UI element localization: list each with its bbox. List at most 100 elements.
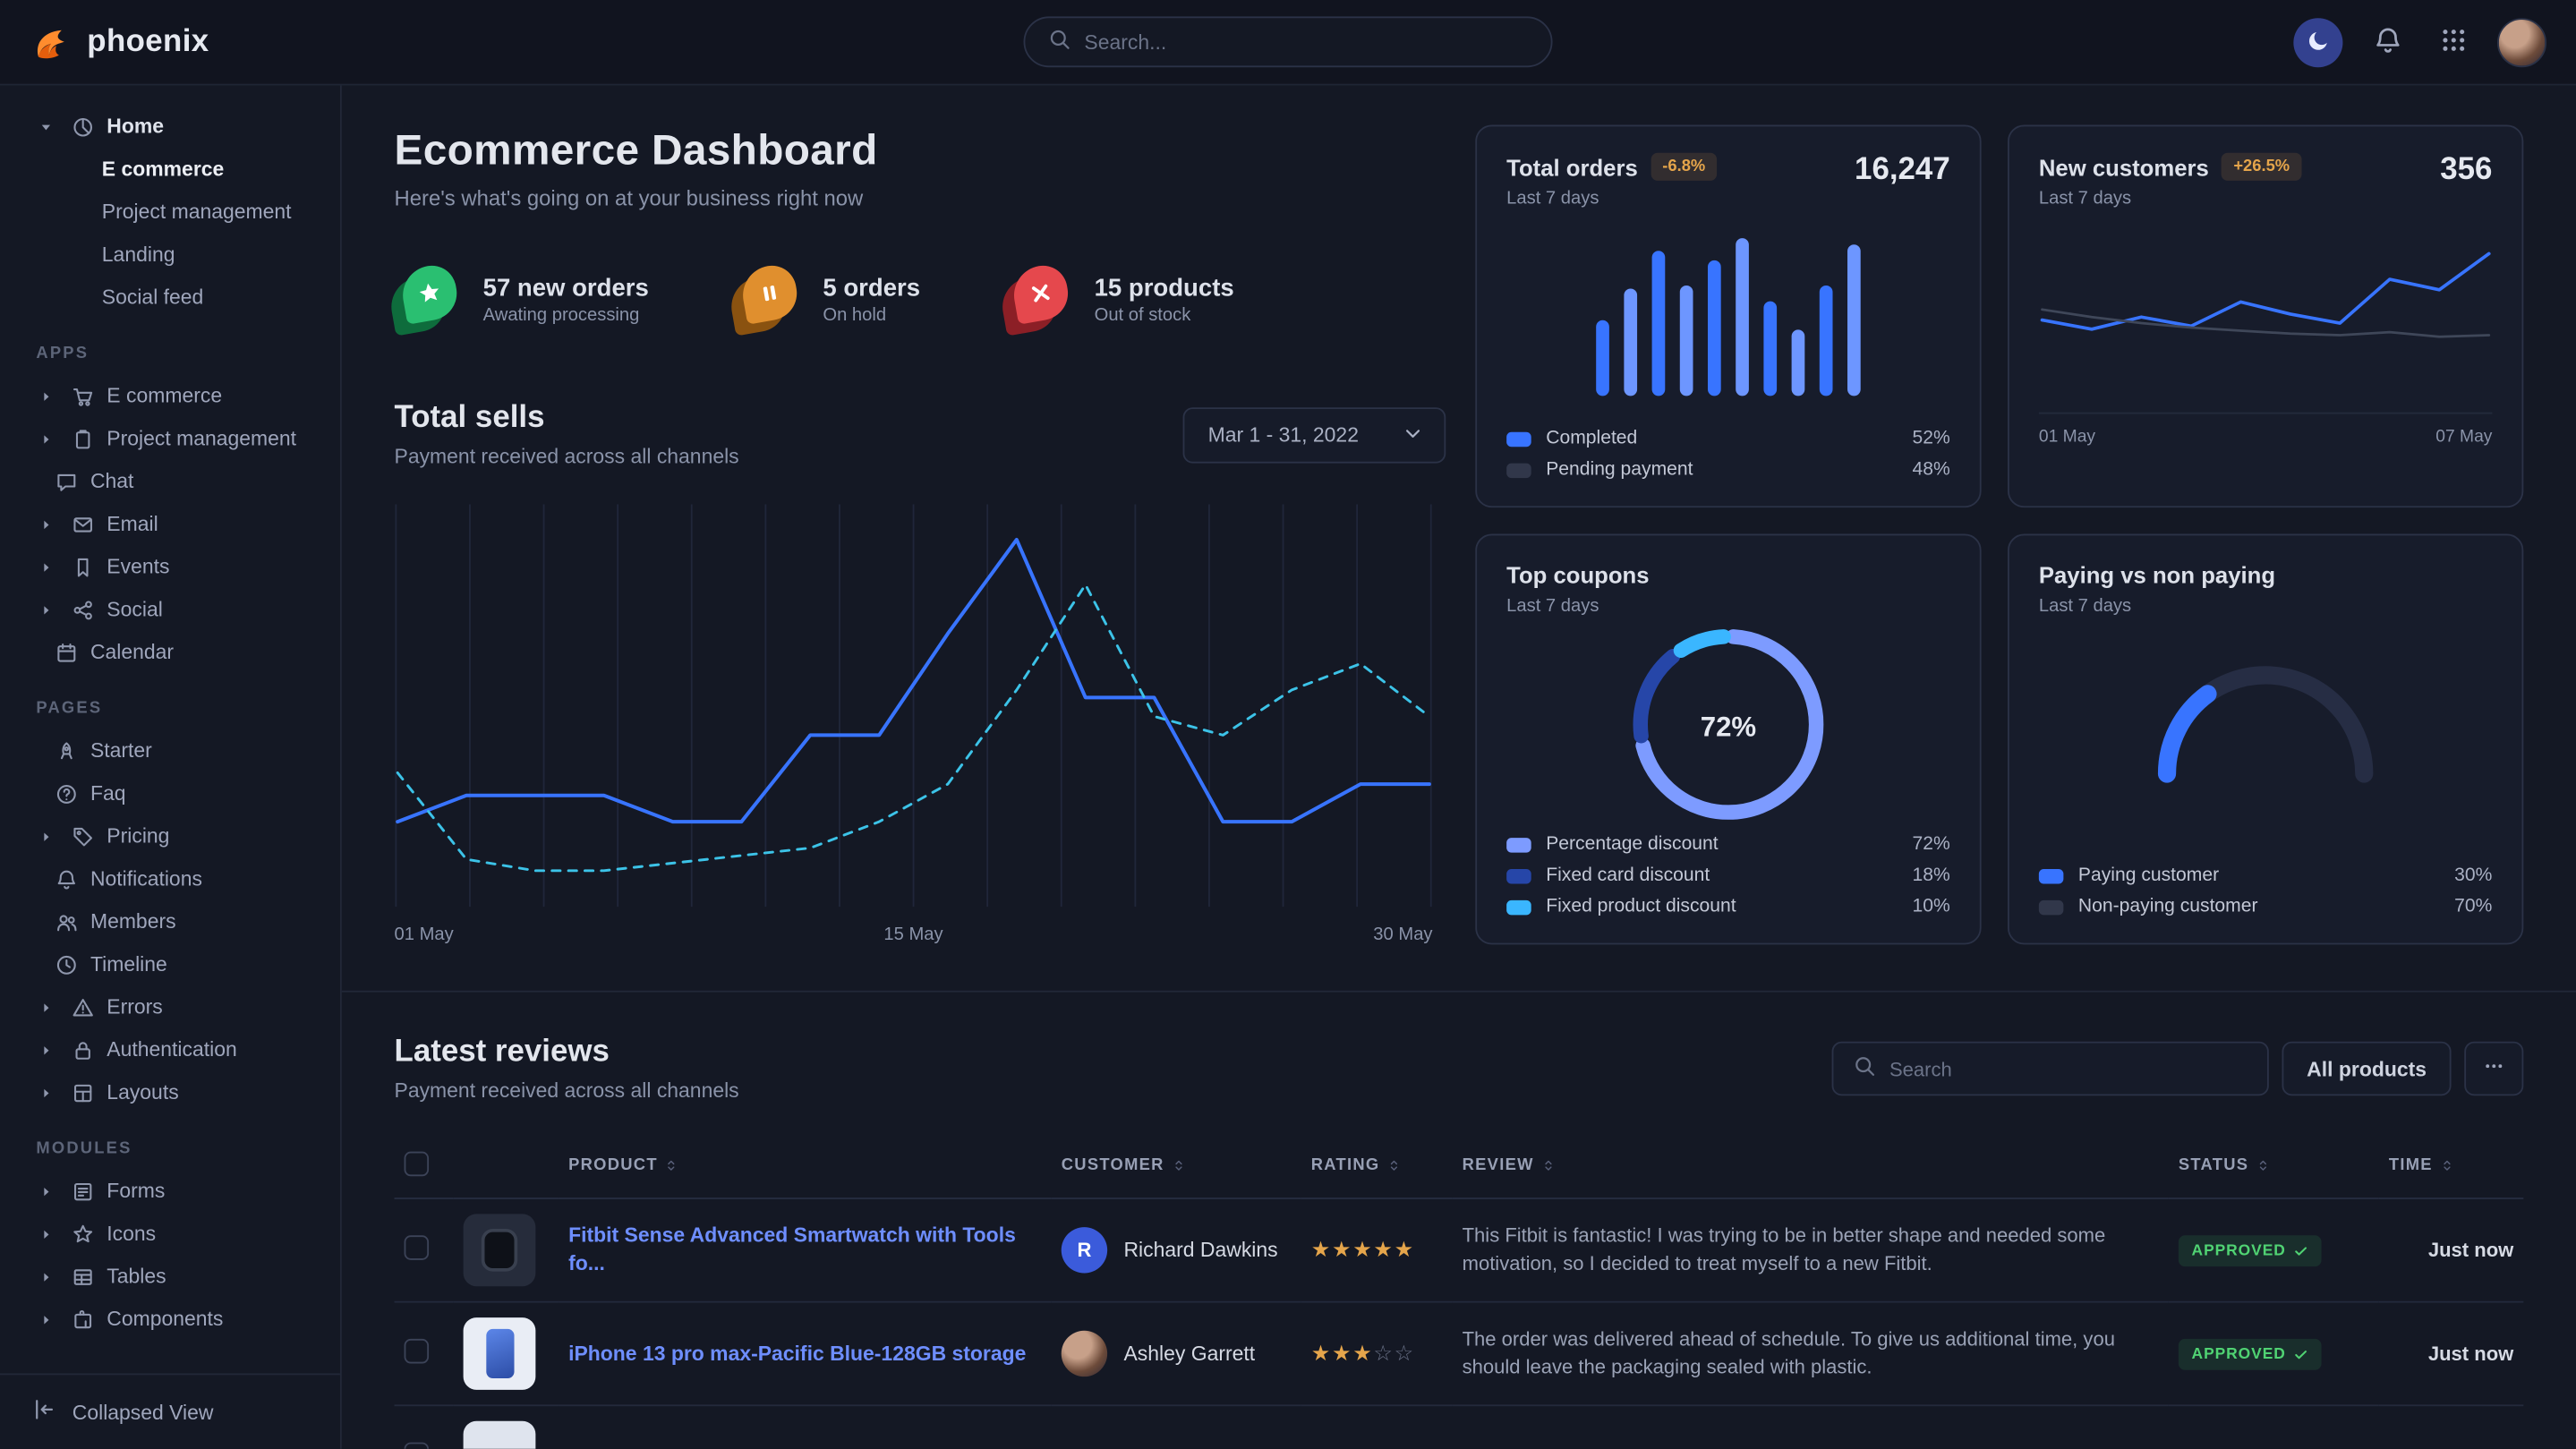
stat-subtitle: Out of stock bbox=[1095, 304, 1234, 324]
star-icon bbox=[73, 1223, 94, 1245]
sort-icon bbox=[664, 1157, 679, 1172]
sidebar-subitem-e-commerce[interactable]: E commerce bbox=[0, 148, 340, 191]
pause-badge-icon bbox=[734, 266, 799, 331]
sidebar-item-project-management[interactable]: Project management bbox=[0, 417, 340, 460]
column-header-status[interactable]: STATUS bbox=[2169, 1135, 2379, 1198]
sidebar-item-e-commerce[interactable]: E commerce bbox=[0, 374, 340, 417]
trend-badge: +26.5% bbox=[2222, 153, 2300, 181]
select-all-checkbox[interactable] bbox=[405, 1152, 430, 1177]
rating-stars: ★★★☆☆ bbox=[1311, 1341, 1443, 1367]
reviews-search[interactable] bbox=[1832, 1042, 2269, 1096]
theme-toggle-button[interactable] bbox=[2293, 17, 2342, 66]
caretd-icon bbox=[36, 119, 55, 134]
latest-reviews-subtitle: Payment received across all channels bbox=[395, 1079, 739, 1103]
sidebar-item-starter[interactable]: Starter bbox=[0, 729, 340, 772]
reviews-table-body: Fitbit Sense Advanced Smartwatch with To… bbox=[395, 1198, 2524, 1449]
product-thumbnail bbox=[464, 1317, 536, 1390]
page-title: Ecommerce Dashboard bbox=[395, 124, 1446, 175]
total-sells-chart: 01 May15 May30 May bbox=[395, 504, 1446, 944]
column-header-review[interactable]: REVIEW bbox=[1453, 1135, 2169, 1198]
alert-icon bbox=[73, 996, 94, 1018]
notifications-button[interactable] bbox=[2366, 21, 2409, 64]
share-icon bbox=[73, 599, 94, 620]
lock-icon bbox=[73, 1039, 94, 1061]
sidebar-subitem-project-management[interactable]: Project management bbox=[0, 191, 340, 234]
sidebar-item-events[interactable]: Events bbox=[0, 545, 340, 588]
sidebar-item-timeline[interactable]: Timeline bbox=[0, 943, 340, 986]
clipboard-icon bbox=[73, 428, 94, 449]
column-header-product[interactable]: PRODUCT bbox=[559, 1135, 1052, 1198]
sidebar-item-email[interactable]: Email bbox=[0, 503, 340, 546]
bell-icon bbox=[55, 868, 77, 890]
user-avatar[interactable] bbox=[2497, 17, 2546, 66]
stat-subtitle: Awating processing bbox=[483, 304, 649, 324]
apps-grid-button[interactable] bbox=[2432, 21, 2475, 64]
row-checkbox[interactable] bbox=[405, 1235, 430, 1260]
sidebar-item-authentication[interactable]: Authentication bbox=[0, 1028, 340, 1071]
sidebar-item-social[interactable]: Social bbox=[0, 588, 340, 631]
review-row-partial bbox=[395, 1405, 2524, 1449]
caretr-icon bbox=[36, 1183, 55, 1198]
sidebar-item-faq[interactable]: Faq bbox=[0, 772, 340, 815]
brand[interactable]: phoenix bbox=[30, 21, 209, 64]
caretr-icon bbox=[36, 516, 55, 532]
chevdown-icon bbox=[1402, 422, 1425, 445]
sidebar-item-chat[interactable]: Chat bbox=[0, 460, 340, 503]
more-options-button[interactable] bbox=[2464, 1042, 2523, 1096]
check-icon bbox=[2294, 1346, 2309, 1361]
legend-item-non-paying-customer: Non-paying customer70% bbox=[2039, 897, 2493, 916]
sidebar-item-errors[interactable]: Errors bbox=[0, 985, 340, 1028]
search-input[interactable] bbox=[1084, 30, 1528, 54]
sidebar-item-pricing[interactable]: Pricing bbox=[0, 814, 340, 857]
stat-subtitle: On hold bbox=[823, 304, 920, 324]
sidebar-item-tables[interactable]: Tables bbox=[0, 1255, 340, 1298]
customer-name: Richard Dawkins bbox=[1123, 1239, 1277, 1262]
collapsed-view-button[interactable]: Collapsed View bbox=[0, 1373, 340, 1448]
global-search[interactable] bbox=[1024, 16, 1553, 67]
column-header-customer[interactable]: CUSTOMER bbox=[1052, 1135, 1301, 1198]
trend-badge: -6.8% bbox=[1651, 153, 1717, 181]
sidebar-item-home[interactable]: Home bbox=[0, 105, 340, 148]
caretr-icon bbox=[36, 1226, 55, 1241]
stats-row: 57 new ordersAwating processing 5 orders… bbox=[395, 266, 1446, 331]
sidebar-item-calendar[interactable]: Calendar bbox=[0, 631, 340, 674]
check-icon bbox=[2294, 1243, 2309, 1258]
card-period: Last 7 days bbox=[1506, 189, 1717, 209]
sidebar-item-components[interactable]: Components bbox=[0, 1298, 340, 1341]
row-checkbox[interactable] bbox=[405, 1443, 430, 1449]
total-sells-title: Total sells bbox=[395, 401, 739, 437]
latest-reviews-title: Latest reviews bbox=[395, 1035, 739, 1070]
donut-center-value: 72% bbox=[1633, 629, 1823, 824]
date-range-select[interactable]: Mar 1 - 31, 2022 bbox=[1183, 407, 1446, 463]
x-axis-label: 30 May bbox=[1373, 925, 1432, 944]
sidebar-item-members[interactable]: Members bbox=[0, 900, 340, 943]
row-checkbox[interactable] bbox=[405, 1339, 430, 1364]
phoenix-logo-icon bbox=[30, 21, 73, 64]
card-period: Last 7 days bbox=[2039, 596, 2275, 616]
sidebar: HomeE commerceProject managementLandingS… bbox=[0, 85, 342, 1448]
product-link[interactable]: iPhone 13 pro max-Pacific Blue-128GB sto… bbox=[568, 1340, 1042, 1368]
moon-icon bbox=[2306, 27, 2331, 52]
stat-title: 57 new orders bbox=[483, 274, 649, 302]
puzzle-icon bbox=[73, 1308, 94, 1330]
sidebar-subitem-landing[interactable]: Landing bbox=[0, 234, 340, 277]
all-products-button[interactable]: All products bbox=[2282, 1042, 2452, 1096]
review-time: Just now bbox=[2379, 1198, 2524, 1302]
column-header-time[interactable]: TIME bbox=[2379, 1135, 2524, 1198]
sidebar-item-layouts[interactable]: Layouts bbox=[0, 1071, 340, 1114]
dots-icon bbox=[2482, 1054, 2505, 1078]
sidebar-item-icons[interactable]: Icons bbox=[0, 1213, 340, 1256]
sidebar-subitem-social-feed[interactable]: Social feed bbox=[0, 276, 340, 319]
search-icon bbox=[1048, 28, 1071, 51]
column-header-rating[interactable]: RATING bbox=[1301, 1135, 1453, 1198]
top-navbar: phoenix bbox=[0, 0, 2576, 85]
total-orders-value: 16,247 bbox=[1855, 153, 1950, 189]
product-link[interactable]: Fitbit Sense Advanced Smartwatch with To… bbox=[568, 1223, 1042, 1278]
sidebar-item-forms[interactable]: Forms bbox=[0, 1170, 340, 1213]
paying-legend: Paying customer30%Non-paying customer70% bbox=[2039, 865, 2493, 916]
kpi-cards-grid: Total orders -6.8% Last 7 days 16,247 Co… bbox=[1475, 124, 2523, 944]
reviews-search-input[interactable] bbox=[1889, 1057, 2248, 1080]
sidebar-item-notifications[interactable]: Notifications bbox=[0, 857, 340, 900]
grid9-icon bbox=[2439, 25, 2467, 53]
layout-icon bbox=[73, 1082, 94, 1104]
